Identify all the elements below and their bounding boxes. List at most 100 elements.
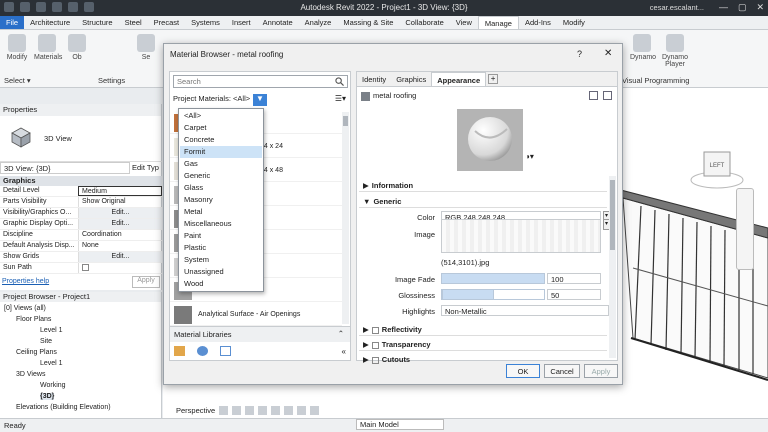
navigation-bar[interactable] (736, 188, 754, 270)
image-thumbnail[interactable] (441, 219, 601, 253)
filter-option[interactable]: Miscellaneous (180, 218, 262, 230)
graphic-display-edit-button[interactable]: Edit... (78, 219, 162, 229)
tree-node-floor-plans[interactable]: Floor Plans (16, 316, 51, 323)
image-file-name[interactable]: (514,3101).jpg (441, 258, 489, 267)
ok-button[interactable]: OK (506, 364, 540, 378)
section-transparency[interactable]: ▶ Transparency (359, 338, 607, 351)
image-fade-value[interactable]: 100 (547, 273, 601, 284)
modify-button[interactable]: Modify (4, 34, 30, 61)
tab-graphics[interactable]: Graphics (391, 72, 431, 86)
section-reflectivity[interactable]: ▶ Reflectivity (359, 323, 607, 336)
filter-option[interactable]: System (180, 254, 262, 266)
detail-level-value[interactable]: Medium (78, 186, 162, 196)
tab-appearance[interactable]: Appearance (431, 72, 487, 86)
sun-path-checkbox[interactable] (82, 264, 89, 271)
tree-node-elevations[interactable]: Elevations (Building Elevation) (16, 404, 111, 411)
filter-option[interactable]: Formit (180, 146, 262, 158)
collapse-left-icon[interactable]: « (342, 347, 346, 356)
glossiness-slider-track[interactable] (441, 289, 545, 300)
dynamo-player-button[interactable]: Dynamo Player (658, 34, 692, 68)
library-folder-icon[interactable] (174, 346, 185, 356)
material-libraries-header[interactable]: Material Libraries ⌃ (170, 326, 350, 342)
section-generic[interactable]: ▼ Generic (359, 195, 607, 208)
material-list-item[interactable]: Analytical Surface - Air Openings (170, 304, 342, 326)
dynamo-button[interactable]: Dynamo (630, 34, 656, 61)
edit-type-button[interactable]: Edit Typ (130, 162, 162, 174)
maximize-icon[interactable]: ▢ (738, 2, 747, 13)
tab-manage[interactable]: Manage (477, 16, 519, 29)
filter-option[interactable]: Metal (180, 206, 262, 218)
show-grids-edit-button[interactable]: Edit... (78, 252, 162, 262)
filter-option[interactable]: Paint (180, 230, 262, 242)
material-list-scrollbar[interactable] (342, 112, 349, 324)
tab-view[interactable]: View (450, 16, 478, 29)
list-view-options-icon[interactable]: ☰▾ (335, 94, 346, 103)
select-group[interactable]: Select ▾ (4, 76, 31, 85)
create-material-icon[interactable] (197, 346, 208, 356)
collapse-libraries-icon[interactable]: ⌃ (338, 329, 344, 338)
filter-option[interactable]: Generic (180, 170, 262, 182)
filter-dropdown-button[interactable]: ▼ (253, 94, 267, 106)
properties-help-link[interactable]: Properties help (2, 278, 49, 285)
render-icon[interactable] (271, 405, 281, 415)
asset-browser-icon[interactable] (220, 346, 231, 356)
tab-modify[interactable]: Modify (557, 16, 591, 29)
tab-analyze[interactable]: Analyze (299, 16, 338, 29)
visual-style-icon[interactable] (232, 405, 242, 415)
tab-add-ins[interactable]: Add-Ins (519, 16, 557, 29)
glossiness-value[interactable]: 50 (547, 289, 601, 300)
type-selector[interactable]: 3D View (0, 118, 162, 162)
tree-node-level-1[interactable]: Level 1 (40, 327, 63, 334)
filter-option[interactable]: Gas (180, 158, 262, 170)
tree-node-3d[interactable]: {3D} (40, 393, 55, 400)
tree-node-site[interactable]: Site (40, 338, 52, 345)
tab-architecture[interactable]: Architecture (24, 16, 76, 29)
discipline-value[interactable]: Coordination (78, 230, 162, 240)
tab-insert[interactable]: Insert (226, 16, 257, 29)
filter-option[interactable]: Masonry (180, 194, 262, 206)
dialog-help-button[interactable]: ? (577, 49, 582, 59)
add-asset-tab-button[interactable]: + (488, 74, 499, 84)
tree-node-ceiling-level-1[interactable]: Level 1 (40, 360, 63, 367)
view-selector[interactable]: 3D View: {3D} (0, 162, 130, 174)
parts-visibility-value[interactable]: Show Original (78, 197, 162, 207)
tree-node-views[interactable]: [0] Views (all) (4, 305, 46, 312)
default-analysis-value[interactable]: None (78, 241, 162, 251)
dialog-close-button[interactable]: ✕ (604, 48, 612, 59)
tab-massing-site[interactable]: Massing & Site (337, 16, 399, 29)
apply-button[interactable]: Apply (584, 364, 618, 378)
tab-file[interactable]: File (0, 16, 25, 29)
active-model-select[interactable]: Main Model (356, 419, 444, 430)
object-styles-button[interactable]: Ob (64, 34, 90, 61)
replace-asset-icon[interactable] (589, 91, 598, 100)
lock-icon[interactable] (284, 405, 294, 415)
filter-option[interactable]: Glass (180, 182, 262, 194)
visibility-graphics-edit-button[interactable]: Edit... (78, 208, 162, 218)
tab-identity[interactable]: Identity (357, 72, 391, 86)
tree-node-3d-views[interactable]: 3D Views (16, 371, 45, 378)
close-window-icon[interactable]: ✕ (756, 2, 764, 13)
tab-steel[interactable]: Steel (119, 16, 148, 29)
properties-apply-button[interactable]: Apply (132, 276, 160, 288)
cutouts-checkbox[interactable] (371, 356, 379, 364)
filter-option[interactable]: Unassigned (180, 266, 262, 278)
reflectivity-checkbox[interactable] (371, 326, 379, 334)
duplicate-asset-icon[interactable] (603, 91, 612, 100)
transparency-checkbox[interactable] (371, 341, 379, 349)
glossiness-slider[interactable] (442, 289, 494, 300)
tab-precast[interactable]: Precast (148, 16, 185, 29)
sun-icon[interactable] (245, 405, 255, 415)
tab-structure[interactable]: Structure (76, 16, 118, 29)
tab-collaborate[interactable]: Collaborate (399, 16, 449, 29)
image-fade-slider[interactable] (441, 273, 545, 284)
materials-button[interactable]: Materials (34, 34, 62, 61)
minimize-icon[interactable]: — (719, 2, 728, 13)
cancel-button[interactable]: Cancel (544, 364, 580, 378)
settings-button[interactable]: Se (130, 34, 162, 61)
filter-option[interactable]: Concrete (180, 134, 262, 146)
filter-option[interactable]: Plastic (180, 242, 262, 254)
highlights-select[interactable]: Non-Metallic (441, 305, 609, 316)
tree-node-working[interactable]: Working (40, 382, 66, 389)
tree-node-ceiling-plans[interactable]: Ceiling Plans (16, 349, 57, 356)
editor-scrollbar[interactable] (609, 176, 616, 358)
